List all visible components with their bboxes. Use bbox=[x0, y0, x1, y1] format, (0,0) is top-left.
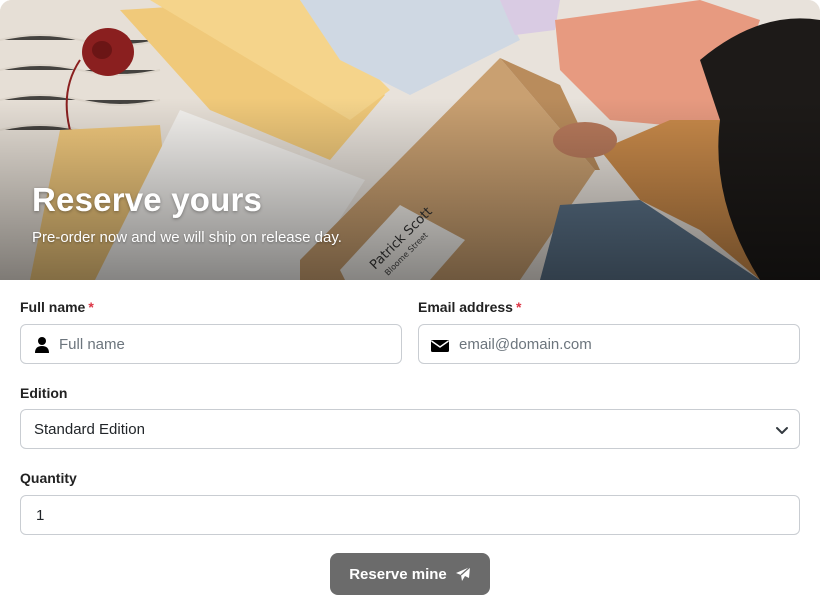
required-marker: * bbox=[515, 299, 522, 315]
quantity-label: Quantity bbox=[20, 470, 77, 486]
reserve-button-label: Reserve mine bbox=[349, 565, 447, 583]
hero-title: Reserve yours bbox=[32, 181, 263, 218]
envelope-icon bbox=[431, 340, 449, 352]
reserve-button[interactable]: Reserve mine bbox=[330, 553, 490, 595]
hero-banner: Patrick Scott Bloome Street Reserve your… bbox=[0, 0, 820, 280]
email-field[interactable] bbox=[418, 324, 800, 364]
email-input[interactable] bbox=[457, 325, 789, 363]
user-icon bbox=[35, 337, 49, 353]
paper-plane-icon bbox=[455, 566, 471, 581]
full-name-field[interactable] bbox=[20, 324, 402, 364]
hero-subtitle: Pre-order now and we will ship on releas… bbox=[32, 229, 342, 246]
edition-select[interactable]: Standard Edition bbox=[20, 409, 800, 449]
quantity-input[interactable] bbox=[34, 496, 789, 534]
required-marker: * bbox=[88, 299, 94, 315]
edition-label: Edition bbox=[20, 385, 68, 401]
edition-selected-value: Standard Edition bbox=[34, 421, 145, 438]
reservation-card: Patrick Scott Bloome Street Reserve your… bbox=[0, 0, 820, 616]
email-label: Email address * bbox=[418, 299, 522, 315]
full-name-label: Full name * bbox=[20, 299, 94, 315]
chevron-down-icon bbox=[776, 427, 788, 434]
quantity-field[interactable] bbox=[20, 495, 800, 535]
full-name-input[interactable] bbox=[57, 325, 391, 363]
